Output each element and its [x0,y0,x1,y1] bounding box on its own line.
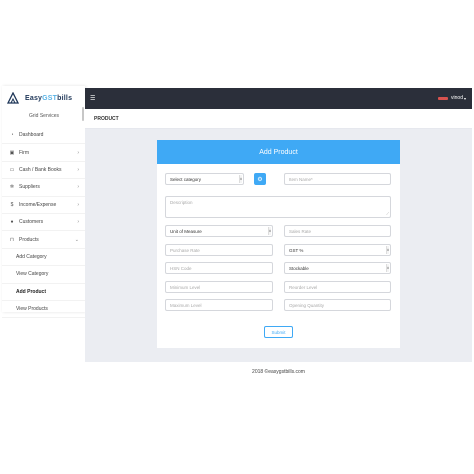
sidebar-item-cash-bank-books[interactable]: ▭ Cash / Bank Books › [2,162,85,180]
minimum-level-placeholder: Minimum Level [170,284,201,290]
sidebar-item-label: Cash / Bank Books [19,166,62,173]
sidebar-subitem-label: Add Product [16,288,46,295]
hsn-code-input[interactable]: HSN Code [165,262,273,274]
maximum-level-placeholder: Maximum Level [170,302,202,308]
sidebar: EasyGSTbills Grid Services ◔ Dashboard ▣… [2,86,85,319]
sidebar-item-customers[interactable]: ● Customers › [2,214,85,232]
purchase-rate-input[interactable]: Purchase Rate [165,244,273,256]
description-textarea[interactable]: Description ⟋ [165,196,391,218]
sidebar-item-label: Firm [19,149,29,156]
chevron-right-icon: › [77,219,79,226]
chevron-right-icon: › [77,166,79,173]
resize-handle-icon[interactable]: ⟋ [386,212,389,216]
speedometer-icon: ◔ [10,132,14,139]
sales-rate-placeholder: Sales Rate [289,228,312,234]
gear-icon: ⚙ [257,176,263,183]
chevron-right-icon: › [77,149,79,156]
category-select-value: Select category [170,176,202,182]
brand-logo[interactable]: EasyGSTbills [7,91,72,105]
description-placeholder: Description [170,200,193,205]
user-menu[interactable]: vinod ▾ [438,95,466,101]
minimum-level-input[interactable]: Minimum Level [165,281,273,293]
item-name-placeholder: Item Name* [289,176,313,182]
sidebar-item-label: Income/Expense [19,201,57,208]
sidebar-subitem-add-product[interactable]: Add Product [2,284,85,301]
sidebar-subitem-view-category[interactable]: View Category [2,266,85,284]
hsn-code-placeholder: HSN Code [170,265,192,271]
chevron-right-icon: › [77,201,79,208]
gear-icon: ✲ [9,184,15,191]
money-icon: ▭ [9,166,15,173]
category-settings-button[interactable]: ⚙ [254,173,266,185]
submit-button[interactable]: Submit [264,326,293,338]
chevron-right-icon: › [77,184,79,191]
sidebar-item-label: Customers [19,219,44,226]
purchase-rate-placeholder: Purchase Rate [170,247,200,253]
opening-quantity-input[interactable]: Opening Quantity [284,299,391,311]
opening-quantity-placeholder: Opening Quantity [289,302,325,308]
user-icon: ● [10,219,14,226]
select-arrows-icon: ⇕ [386,264,390,272]
select-arrows-icon: ⇕ [386,246,390,254]
unit-select-value: Unit of Measure [170,228,202,234]
brand-name: EasyGSTbills [25,94,73,102]
sidebar-item-income-expense[interactable]: $ Income/Expense › [2,197,85,214]
sidebar-scrollbar[interactable] [82,107,84,121]
select-arrows-icon: ⇕ [239,175,243,183]
sidebar-item-label: Products [19,236,39,243]
stockable-select[interactable]: Stockable ⇕ [284,262,391,274]
card-header: Add Product [157,140,400,164]
stockable-select-value: Stockable [289,265,309,271]
sidebar-item-label: Dashboard [19,132,44,139]
sidebar-subitem-add-category[interactable]: Add Category [2,249,85,267]
category-select[interactable]: Select category ⇕ [165,173,244,185]
chevron-down-icon: ⌄ [74,236,79,243]
sidebar-subitem-view-products[interactable]: View Products [2,301,85,319]
gst-select[interactable]: GST % ⇕ [284,244,391,256]
sidebar-item-dashboard[interactable]: ◔ Dashboard [2,127,85,145]
sidebar-subitem-label: View Products [16,306,48,313]
sales-rate-input[interactable]: Sales Rate [284,225,391,237]
reorder-level-placeholder: Reorder Level [289,284,318,290]
reorder-level-input[interactable]: Reorder Level [284,281,391,293]
sidebar-menu: ◔ Dashboard ▣ Firm › ▭ Cash / Bank Books… [2,127,85,319]
user-name: vinod [451,95,463,101]
maximum-level-input[interactable]: Maximum Level [165,299,273,311]
sidebar-item-label: Suppliers [19,184,40,191]
add-product-card: Add Product Select category ⇕ ⚙ Item Nam… [157,140,400,348]
sidebar-item-firm[interactable]: ▣ Firm › [2,144,85,162]
sidebar-subitem-label: Add Category [16,253,47,260]
caret-down-icon: ▾ [463,95,466,101]
page-header: PRODUCT [85,109,472,129]
item-name-input[interactable]: Item Name* [284,173,391,185]
sidebar-subitem-label: View Category [16,271,49,278]
sidebar-item-products[interactable]: ⊓ Products ⌄ [2,231,85,249]
brand-subtitle: Grid Services [29,113,60,119]
unit-select[interactable]: Unit of Measure ⇕ [165,225,273,237]
dollar-icon: $ [10,201,14,208]
top-navbar: ☰ vinod ▾ [85,88,472,109]
cart-icon: ⊓ [10,236,14,243]
hamburger-menu-icon[interactable]: ☰ [90,95,95,102]
page-title: PRODUCT [94,116,119,122]
avatar [438,96,449,100]
briefcase-icon: ▣ [9,149,15,156]
footer-copyright: 2018 ©easygstbills.com [252,369,305,375]
select-arrows-icon: ⇕ [268,227,272,235]
gst-select-value: GST % [289,247,304,253]
logo-mark-icon [7,92,19,104]
sidebar-item-suppliers[interactable]: ✲ Suppliers › [2,179,85,197]
